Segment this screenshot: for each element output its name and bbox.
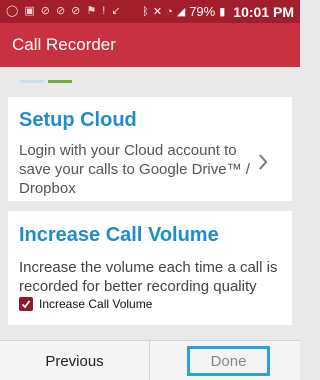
page-indicator [20, 80, 72, 83]
wifi-icon: ◔ [166, 5, 173, 18]
battery-icon: ▮ [219, 6, 226, 18]
app-title: Call Recorder [12, 35, 116, 54]
bluetooth-icon: ᛒ [142, 5, 149, 18]
card-title: Setup Cloud [19, 109, 137, 131]
status-bar: ◯ ▣ ⊘ ⊘ ⊘ ⚑ ! ↙ ᛒ ✕ ◔ ◢ 79% ▮ 10:01 PM [0, 0, 300, 23]
app-bar: Call Recorder [0, 23, 300, 67]
done-button[interactable]: Done [187, 346, 270, 376]
increase-volume-checkbox[interactable] [19, 297, 33, 311]
page-indicator-dot [20, 80, 44, 83]
signal-icon: ◢ [176, 6, 186, 18]
missed-call-icon: ⊘ [40, 5, 50, 17]
setup-cloud-card[interactable]: Setup Cloud Login with your Cloud accoun… [8, 97, 292, 201]
missed-call-icon: ⊘ [71, 5, 81, 17]
card-description: Increase the volume each time a call is … [19, 259, 278, 295]
system-status: ᛒ ✕ ◔ ◢ 79% ▮ 10:01 PM [142, 4, 294, 20]
page-indicator-dot-active [48, 80, 72, 83]
check-icon [21, 300, 31, 309]
battery-percent: 79% [189, 4, 216, 19]
card-title: Increase Call Volume [19, 224, 219, 246]
mute-icon: ✕ [152, 6, 163, 18]
done-button-area: Done [150, 341, 300, 380]
clock: 10:01 PM [233, 3, 294, 20]
chevron-right-icon [259, 154, 268, 170]
previous-button[interactable]: Previous [0, 341, 150, 380]
flag-icon: ⚑ [86, 5, 97, 17]
card-description: Login with your Cloud account to save yo… [19, 142, 250, 197]
whatsapp-icon: ◯ [6, 5, 19, 17]
increase-volume-checkbox-row[interactable]: Increase Call Volume [19, 297, 152, 311]
alert-icon: ! [102, 5, 106, 17]
notification-icons: ◯ ▣ ⊘ ⊘ ⊘ ⚑ ! ↙ [6, 6, 121, 17]
checkbox-label: Increase Call Volume [39, 297, 153, 311]
increase-call-volume-card: Increase Call Volume Increase the volume… [8, 211, 292, 325]
missed-call-icon: ↙ [111, 5, 121, 17]
bottom-bar: Previous Done [0, 340, 300, 380]
missed-call-icon: ⊘ [55, 5, 66, 17]
image-icon: ▣ [24, 5, 35, 17]
